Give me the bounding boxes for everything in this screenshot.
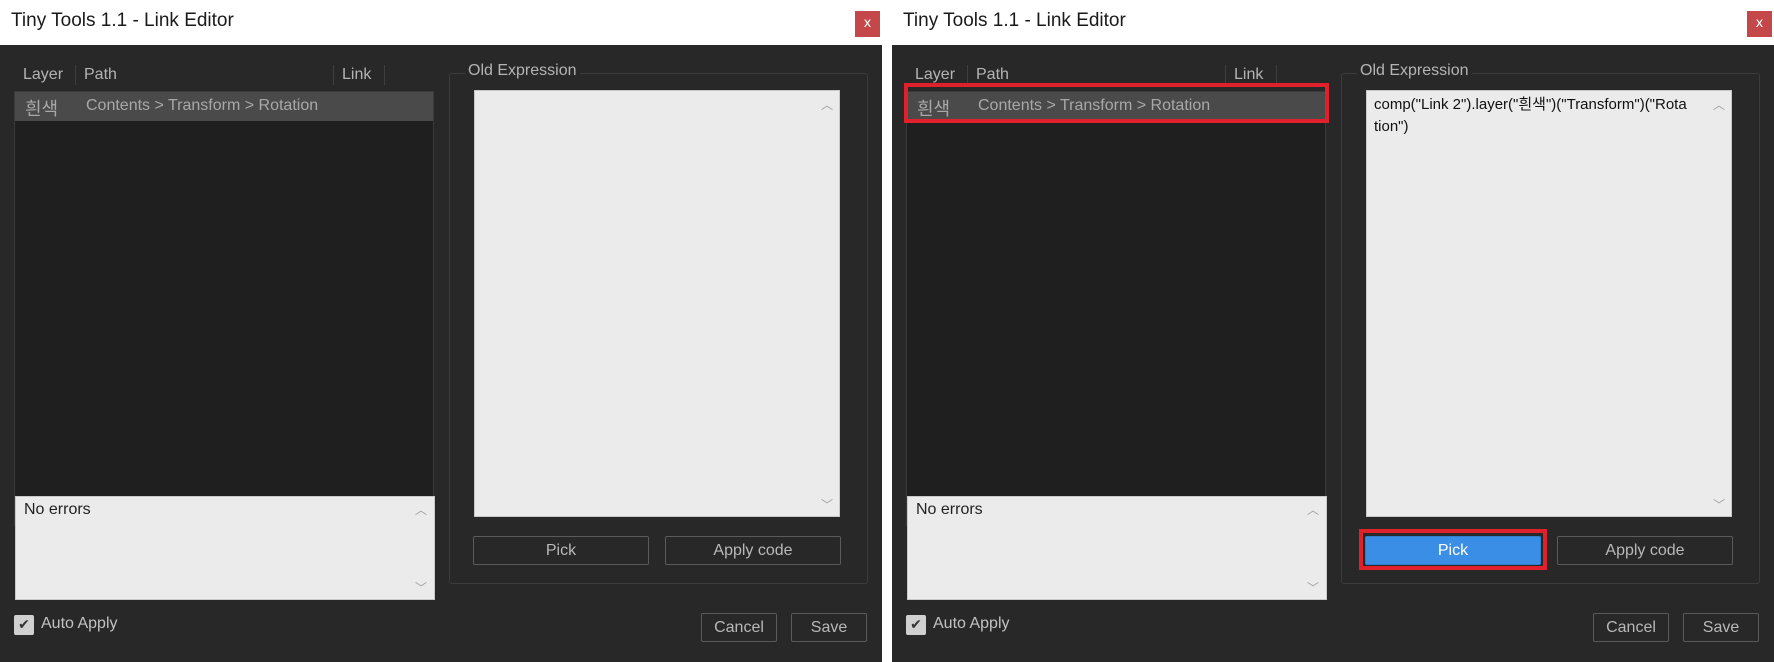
scroll-up-icon[interactable]: ︿: [1307, 501, 1319, 518]
close-button[interactable]: x: [855, 11, 880, 37]
link-editor-window-before: Tiny Tools 1.1 - Link Editor x Layer Pat…: [0, 0, 882, 662]
auto-apply-checkbox[interactable]: ✔: [14, 615, 34, 635]
old-expression-text: comp("Link 2").layer("흰색")("Transform")(…: [1374, 96, 1687, 135]
link-editor-window-after: Tiny Tools 1.1 - Link Editor x Layer Pat…: [892, 0, 1774, 662]
row-path: Contents > Transform > Rotation: [978, 97, 1211, 114]
window-client-area: Layer Path Link 흰색 Contents > Transform …: [892, 45, 1774, 662]
error-log-text: No errors: [24, 501, 91, 518]
scroll-down-icon[interactable]: ﹀: [821, 496, 833, 513]
pick-button[interactable]: Pick: [1365, 536, 1541, 565]
header-divider: [1276, 65, 1277, 85]
row-path: Contents > Transform > Rotation: [86, 97, 319, 114]
cancel-button[interactable]: Cancel: [1593, 613, 1669, 642]
header-layer[interactable]: Layer: [915, 66, 955, 84]
save-button[interactable]: Save: [791, 613, 867, 642]
old-expression-label: Old Expression: [465, 62, 580, 80]
close-button[interactable]: x: [1747, 11, 1772, 37]
save-button[interactable]: Save: [1683, 613, 1759, 642]
header-divider: [75, 65, 76, 85]
layer-list[interactable]: 흰색 Contents > Transform > Rotation: [906, 91, 1326, 526]
title-bar: Tiny Tools 1.1 - Link Editor x: [892, 0, 1774, 45]
window-client-area: Layer Path Link 흰색 Contents > Transform …: [0, 45, 882, 662]
window-title: Tiny Tools 1.1 - Link Editor: [903, 10, 1126, 31]
old-expression-label: Old Expression: [1357, 62, 1472, 80]
header-path[interactable]: Path: [84, 66, 117, 84]
layer-list[interactable]: 흰색 Contents > Transform > Rotation: [14, 91, 434, 526]
old-expression-textarea[interactable]: comp("Link 2").layer("흰색")("Transform")(…: [1366, 90, 1732, 517]
scroll-down-icon[interactable]: ﹀: [1713, 496, 1725, 513]
row-layer-name: 흰색: [917, 99, 951, 120]
apply-code-button[interactable]: Apply code: [665, 536, 841, 565]
header-link[interactable]: Link: [342, 66, 371, 84]
layer-row-selected[interactable]: 흰색 Contents > Transform > Rotation: [907, 92, 1325, 121]
header-divider: [333, 65, 334, 85]
header-divider: [1225, 65, 1226, 85]
scroll-up-icon[interactable]: ︿: [821, 96, 833, 113]
window-title: Tiny Tools 1.1 - Link Editor: [11, 10, 234, 31]
scroll-up-icon[interactable]: ︿: [1713, 96, 1725, 113]
header-divider: [967, 65, 968, 85]
scroll-up-icon[interactable]: ︿: [415, 501, 427, 518]
auto-apply-checkbox[interactable]: ✔: [906, 615, 926, 635]
header-divider: [384, 65, 385, 85]
error-log[interactable]: No errors ︿ ﹀: [907, 496, 1327, 600]
header-link[interactable]: Link: [1234, 66, 1263, 84]
cancel-button[interactable]: Cancel: [701, 613, 777, 642]
apply-code-button[interactable]: Apply code: [1557, 536, 1733, 565]
pick-button[interactable]: Pick: [473, 536, 649, 565]
auto-apply-label: Auto Apply: [933, 615, 1010, 632]
old-expression-textarea[interactable]: ︿ ﹀: [474, 90, 840, 517]
row-layer-name: 흰색: [25, 99, 59, 120]
error-log[interactable]: No errors ︿ ﹀: [15, 496, 435, 600]
header-layer[interactable]: Layer: [23, 66, 63, 84]
header-path[interactable]: Path: [976, 66, 1009, 84]
scroll-down-icon[interactable]: ﹀: [415, 579, 427, 596]
auto-apply-label: Auto Apply: [41, 615, 118, 632]
title-bar: Tiny Tools 1.1 - Link Editor x: [0, 0, 882, 45]
scroll-down-icon[interactable]: ﹀: [1307, 579, 1319, 596]
error-log-text: No errors: [916, 501, 983, 518]
layer-row[interactable]: 흰색 Contents > Transform > Rotation: [15, 92, 433, 121]
